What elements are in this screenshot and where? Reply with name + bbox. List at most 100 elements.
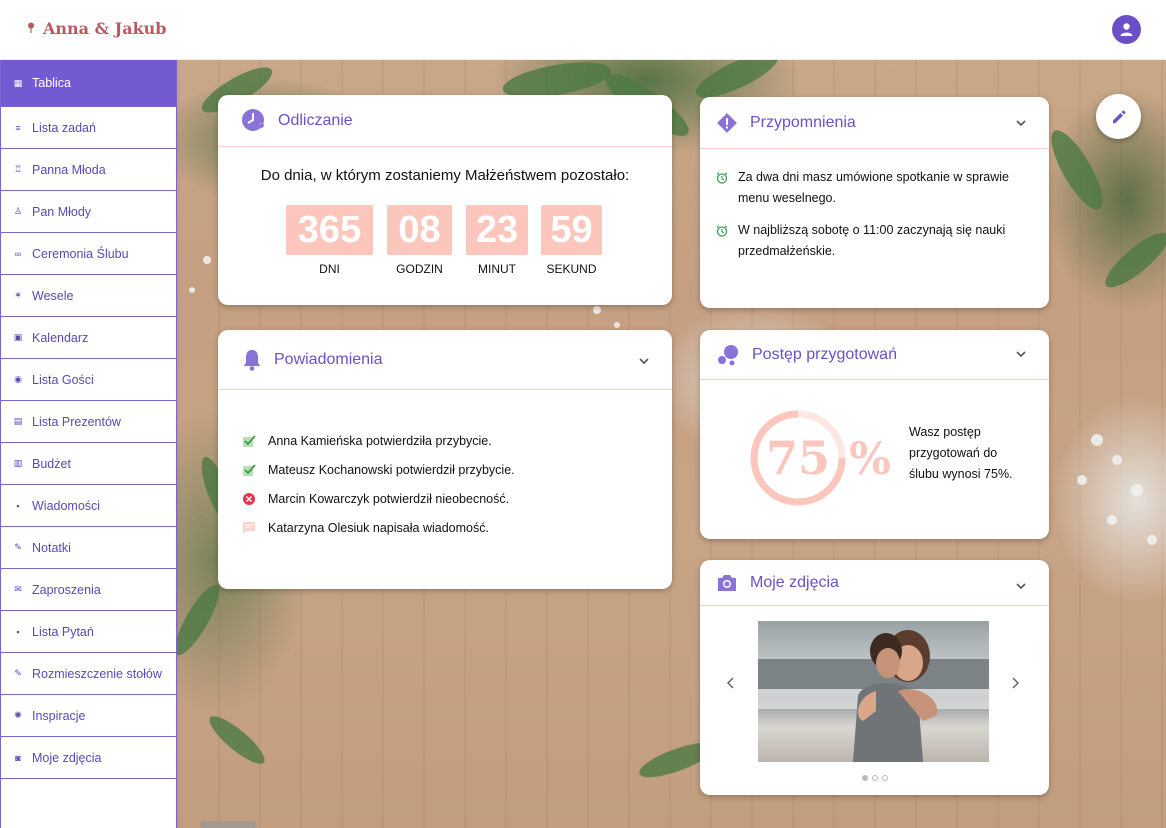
- countdown-value: 23: [466, 205, 528, 255]
- user-avatar-button[interactable]: [1112, 15, 1141, 44]
- photos-card-header: Moje zdjęcia: [700, 560, 1049, 606]
- couple-photo[interactable]: [758, 621, 989, 762]
- countdown-unit-label: SEKUND: [546, 262, 597, 276]
- carousel-prev-button[interactable]: [725, 676, 737, 690]
- brand[interactable]: Anna & Jakub: [27, 19, 166, 38]
- reminders-card-header: Przypomnienia: [700, 97, 1049, 149]
- sidebar-item-8[interactable]: ◉ Lista Gości: [1, 359, 176, 401]
- sidebar-item-label: Lista Gości: [32, 372, 94, 387]
- sidebar-item-4[interactable]: ♙ Pan Młody: [1, 191, 176, 233]
- sidebar-item-label: Panna Młoda: [32, 162, 106, 177]
- progress-card: Postęp przygotowań 75 % Wasz postęp przy…: [700, 330, 1049, 539]
- chevron-down-icon[interactable]: [1015, 348, 1027, 360]
- edit-button[interactable]: [1096, 94, 1141, 139]
- sidebar-item-label: Kalendarz: [32, 330, 89, 345]
- sidebar-item-label: Lista zadań: [32, 120, 96, 135]
- countdown-value: 08: [387, 205, 452, 255]
- countdown-unit-label: MINUT: [478, 262, 516, 276]
- sidebar-item-11[interactable]: ▪ Wiadomości: [1, 485, 176, 527]
- notifications-title: Powiadomienia: [274, 350, 383, 368]
- sidebar-item-7[interactable]: ▣ Kalendarz: [1, 317, 176, 359]
- chevron-down-icon[interactable]: [1015, 580, 1027, 592]
- location-pin-icon: [27, 22, 35, 36]
- countdown-value: 365: [286, 205, 373, 255]
- sidebar-item-label: Budżet: [32, 456, 71, 471]
- sidebar-item-2[interactable]: ≡ Lista zadań: [1, 107, 176, 149]
- budget-icon: ▥: [13, 458, 23, 468]
- notification-item[interactable]: Anna Kamieńska potwierdziła przybycie.: [242, 426, 672, 455]
- sidebar-item-label: Lista Prezentów: [32, 414, 121, 429]
- sidebar-item-label: Pan Młody: [32, 204, 92, 219]
- dashboard-icon: ▦: [13, 77, 23, 88]
- notification-item[interactable]: Katarzyna Olesiuk napisała wiadomość.: [242, 513, 672, 542]
- pencil-icon: [1112, 110, 1125, 123]
- warning-diamond-icon: [717, 112, 737, 133]
- envelope-icon: ✉: [14, 584, 22, 594]
- sidebar-item-1[interactable]: ▦ Tablica: [1, 60, 176, 107]
- sidebar-item-5[interactable]: ∞ Ceremonia Ślubu: [1, 233, 176, 275]
- pencil-icon: ✎: [14, 542, 22, 552]
- camera-icon: ◙: [15, 752, 21, 763]
- countdown-card: Odliczanie Do dnia, w którym zostaniemy …: [218, 95, 672, 305]
- carousel-dot[interactable]: [881, 775, 888, 781]
- top-bar: Anna & Jakub: [0, 0, 1166, 60]
- alarm-clock-icon: [716, 225, 728, 237]
- sidebar-item-label: Wesele: [32, 288, 74, 303]
- countdown-value: 59: [541, 205, 602, 255]
- notification-item[interactable]: Marcin Kowarczyk potwierdził nieobecność…: [242, 484, 672, 513]
- notification-item[interactable]: Mateusz Kochanowski potwierdził przybyci…: [242, 455, 672, 484]
- countdown-icon: [242, 108, 265, 131]
- notifications-list: Anna Kamieńska potwierdziła przybycie. Ma…: [218, 390, 672, 542]
- countdown-unit-label: GODZIN: [396, 262, 443, 276]
- user-icon: [1120, 23, 1133, 36]
- reminder-item: Za dwa dni masz umówione spotkanie w spr…: [716, 167, 1033, 209]
- sidebar-item-16[interactable]: ✺ Inspiracje: [1, 695, 176, 737]
- sidebar-item-14[interactable]: ▪ Lista Pytań: [1, 611, 176, 653]
- sidebar-item-17[interactable]: ◙ Moje zdjęcia: [1, 737, 176, 779]
- countdown-text: Do dnia, w którym zostaniemy Małżeństwem…: [260, 167, 630, 184]
- sidebar-item-10[interactable]: ▥ Budżet: [1, 443, 176, 485]
- sidebar-item-12[interactable]: ✎ Notatki: [1, 527, 176, 569]
- rings-icon: ∞: [14, 248, 22, 259]
- reminders-title: Przypomnienia: [750, 113, 856, 131]
- calendar-icon: ▣: [13, 332, 23, 342]
- guests-icon: ◉: [14, 374, 22, 384]
- notification-text: Anna Kamieńska potwierdziła przybycie.: [268, 433, 492, 448]
- brand-name: Anna & Jakub: [43, 19, 167, 38]
- chevron-down-icon[interactable]: [638, 355, 650, 367]
- notification-text: Marcin Kowarczyk potwierdził nieobecność…: [268, 491, 510, 506]
- carousel-next-button[interactable]: [1009, 676, 1021, 690]
- notification-text: Katarzyna Olesiuk napisała wiadomość.: [268, 520, 489, 535]
- sidebar-item-13[interactable]: ✉ Zaproszenia: [1, 569, 176, 611]
- reminders-card: Przypomnienia Za dwa dni masz umówione s…: [700, 97, 1049, 308]
- lightbulb-icon: ✺: [14, 710, 22, 720]
- groom-icon: ♙: [13, 206, 23, 216]
- sidebar-item-label: Tablica: [32, 76, 71, 90]
- sidebar-item-6[interactable]: ✶ Wesele: [1, 275, 176, 317]
- sidebar: ▦ Tablica ≡ Lista zadań ♖ Panna Młoda ♙ Pan Mło…: [0, 60, 177, 828]
- sidebar-item-15[interactable]: ✎ Rozmieszczenie stołów: [1, 653, 176, 695]
- gift-icon: ▤: [13, 416, 23, 426]
- carousel-dot[interactable]: [871, 775, 878, 781]
- chat-icon: [243, 521, 255, 534]
- progress-value: 75: [766, 431, 830, 485]
- decline-icon: [243, 492, 255, 505]
- progress-percent-sign: %: [849, 434, 891, 485]
- carousel-dot[interactable]: [861, 775, 868, 781]
- horizontal-scrollbar[interactable]: [200, 821, 257, 828]
- reminder-text: Za dwa dni masz umówione spotkanie w spr…: [738, 170, 1009, 205]
- sidebar-item-label: Inspiracje: [32, 708, 86, 723]
- progress-description: Wasz postęp przygotowań do ślubu wynosi …: [909, 425, 1013, 481]
- sidebar-item-9[interactable]: ▤ Lista Prezentów: [1, 401, 176, 443]
- countdown-unit-label: DNI: [319, 262, 340, 276]
- sidebar-item-3[interactable]: ♖ Panna Młoda: [1, 149, 176, 191]
- check-box-icon: [243, 463, 256, 476]
- couple-photo-illustration: [758, 630, 989, 762]
- notification-text: Mateusz Kochanowski potwierdził przybyci…: [268, 462, 515, 477]
- notifications-card-header: Powiadomienia: [218, 330, 672, 390]
- photos-card: Moje zdjęcia: [700, 560, 1049, 795]
- sidebar-item-label: Rozmieszczenie stołów: [32, 666, 162, 681]
- sidebar-item-label: Lista Pytań: [32, 624, 94, 639]
- list-icon: ≡: [15, 122, 21, 133]
- chevron-down-icon[interactable]: [1015, 117, 1027, 129]
